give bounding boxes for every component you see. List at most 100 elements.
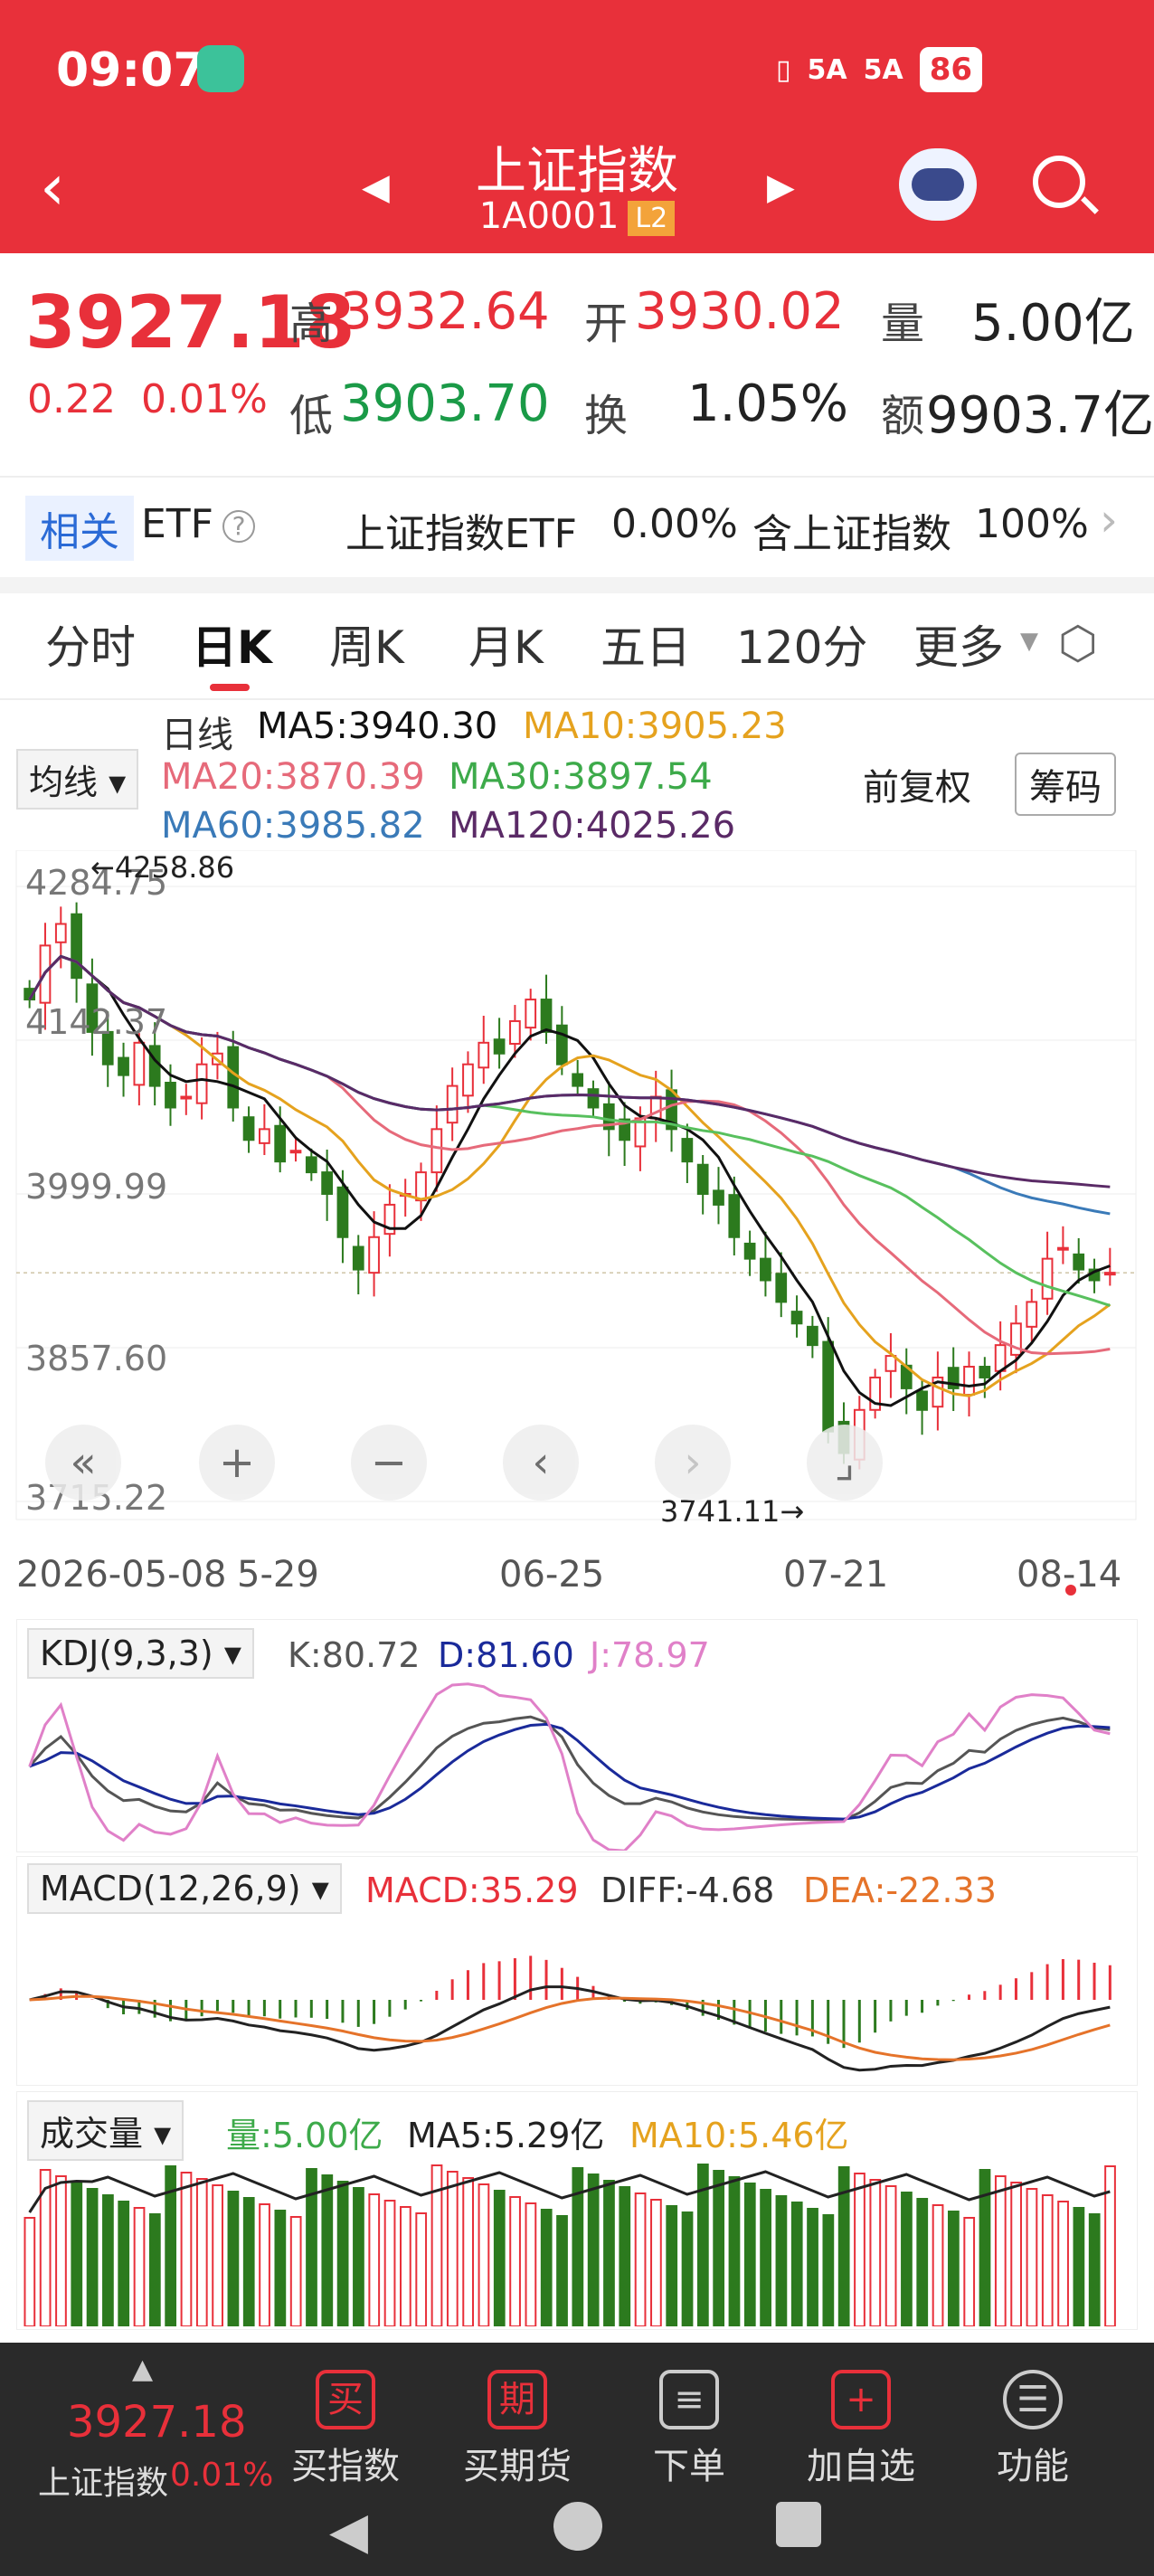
volume-bar <box>1088 2213 1101 2326</box>
volume-bar <box>1026 2188 1038 2326</box>
macd-select[interactable]: MACD(12,26,9) ▾ <box>27 1863 342 1914</box>
volume-bar <box>1104 2165 1116 2326</box>
kdj-name: KDJ(9,3,3) <box>40 1634 213 1673</box>
buy-index-button[interactable]: 买买指数 <box>282 2370 409 2489</box>
macd-dea-line <box>29 1994 1111 2061</box>
ma-lines <box>28 954 1111 1407</box>
volume-bar <box>743 2183 756 2326</box>
volume-bar <box>509 2196 521 2326</box>
candle <box>118 1056 129 1076</box>
nav-back-icon[interactable]: ◀ <box>329 2502 368 2561</box>
volume-bar <box>948 2211 960 2326</box>
volume-bar <box>869 2179 882 2326</box>
settings-hexagon-icon[interactable]: ⬡ <box>1058 619 1107 668</box>
volume-bar <box>884 2185 897 2326</box>
tab-intraday[interactable]: 分时 <box>45 611 136 677</box>
kdj-d: D:81.60 <box>438 1635 574 1675</box>
kdj-select[interactable]: KDJ(9,3,3) ▾ <box>27 1628 254 1679</box>
volume-bar <box>556 2215 568 2326</box>
fast-back-button[interactable]: « <box>45 1425 121 1501</box>
chevron-right-icon[interactable]: › <box>1100 494 1118 546</box>
fullscreen-button[interactable]: ⌟ <box>807 1425 883 1501</box>
volume-bar <box>86 2188 99 2326</box>
x-tick: 07-21 <box>783 1554 889 1596</box>
volume-bar <box>681 2211 694 2326</box>
tab-five-day[interactable]: 五日 <box>601 611 691 677</box>
buy-futures-button[interactable]: 期买期货 <box>454 2370 581 2489</box>
high-label: 高 <box>289 298 334 349</box>
nav-recent-icon[interactable] <box>776 2502 821 2547</box>
prev-button[interactable]: ‹ <box>503 1425 579 1501</box>
amount-value: 9903.7亿 <box>926 386 1154 445</box>
level-badge: L2 <box>628 200 676 236</box>
low-marker: 3741.11→ <box>660 1494 805 1529</box>
zoom-out-button[interactable]: − <box>351 1425 427 1501</box>
functions-label: 功能 <box>997 2446 1069 2487</box>
zoom-in-button[interactable]: + <box>199 1425 275 1501</box>
divider <box>0 698 1154 700</box>
divider <box>0 577 1154 593</box>
low-label: 低 <box>289 391 334 441</box>
tab-monthly-k[interactable]: 月K <box>468 611 544 677</box>
indicator-select-label: 均线 <box>29 762 99 802</box>
candle <box>775 1273 788 1303</box>
code-text: 1A0001 <box>478 195 620 237</box>
candle <box>1073 1253 1085 1271</box>
candle <box>743 1242 756 1260</box>
info-icon[interactable]: ? <box>222 510 255 543</box>
tab-120min[interactable]: 120分 <box>736 611 867 677</box>
candle <box>71 913 82 980</box>
assistant-robot-icon[interactable] <box>899 148 977 221</box>
volume-bar <box>963 2217 976 2326</box>
ma20-value: MA20:3870.39 <box>161 756 425 798</box>
tab-daily-k[interactable]: 日K <box>192 611 272 677</box>
volume-bar <box>634 2192 647 2326</box>
candle <box>728 1194 741 1238</box>
volume-bar <box>195 2178 208 2326</box>
active-tab-indicator <box>210 684 250 691</box>
battery-icon: 86 <box>919 47 983 92</box>
candle <box>415 1171 427 1202</box>
related-tag: 相关 <box>25 496 134 561</box>
candle <box>525 999 537 1029</box>
futures-icon: 期 <box>487 2370 547 2429</box>
volume-bar <box>807 2208 818 2326</box>
etf-value: 0.00% <box>611 501 738 547</box>
macd-chart <box>29 1956 1111 2072</box>
candle <box>148 1045 161 1087</box>
volume-bar <box>71 2182 83 2326</box>
kdj-d-line <box>29 1722 1111 1821</box>
macd-diff-line <box>29 1985 1111 2072</box>
volume-bar <box>901 2192 913 2326</box>
candle <box>681 1138 694 1163</box>
buy-index-label: 买指数 <box>291 2446 400 2487</box>
adjust-select[interactable]: 前复权 <box>863 758 971 810</box>
chevron-down-icon: ▼ <box>1020 628 1038 655</box>
tab-more[interactable]: 更多 <box>913 611 1004 677</box>
add-watchlist-button[interactable]: + 加自选 <box>798 2370 924 2489</box>
ma10-line <box>28 954 1111 1397</box>
nav-home-icon[interactable] <box>553 2502 602 2551</box>
next-button[interactable]: › <box>655 1425 731 1501</box>
volume-bar <box>525 2202 537 2326</box>
buy-futures-label: 买期货 <box>463 2446 572 2487</box>
candle <box>242 1116 255 1141</box>
functions-button[interactable]: ☰ 功能 <box>970 2370 1096 2489</box>
candle <box>760 1257 771 1282</box>
volume-bar <box>1057 2201 1069 2326</box>
volume-bar <box>368 2193 381 2326</box>
kline-chart[interactable] <box>0 850 1154 1538</box>
chips-button[interactable]: 筹码 <box>1015 753 1116 816</box>
volume-bar <box>55 2175 67 2326</box>
volume-bar <box>713 2170 725 2326</box>
price-change-pct: 0.01% <box>141 376 268 422</box>
indicator-select[interactable]: 均线 ▾ <box>16 749 139 810</box>
candle <box>807 1325 818 1347</box>
volume-bar <box>462 2177 474 2326</box>
low-value: 3903.70 <box>340 374 550 433</box>
search-icon[interactable] <box>1033 156 1085 208</box>
volume-bar <box>587 2174 600 2326</box>
ma120-line <box>28 954 1111 1189</box>
place-order-button[interactable]: ≡ 下单 <box>626 2370 752 2489</box>
tab-weekly-k[interactable]: 周K <box>329 611 404 677</box>
